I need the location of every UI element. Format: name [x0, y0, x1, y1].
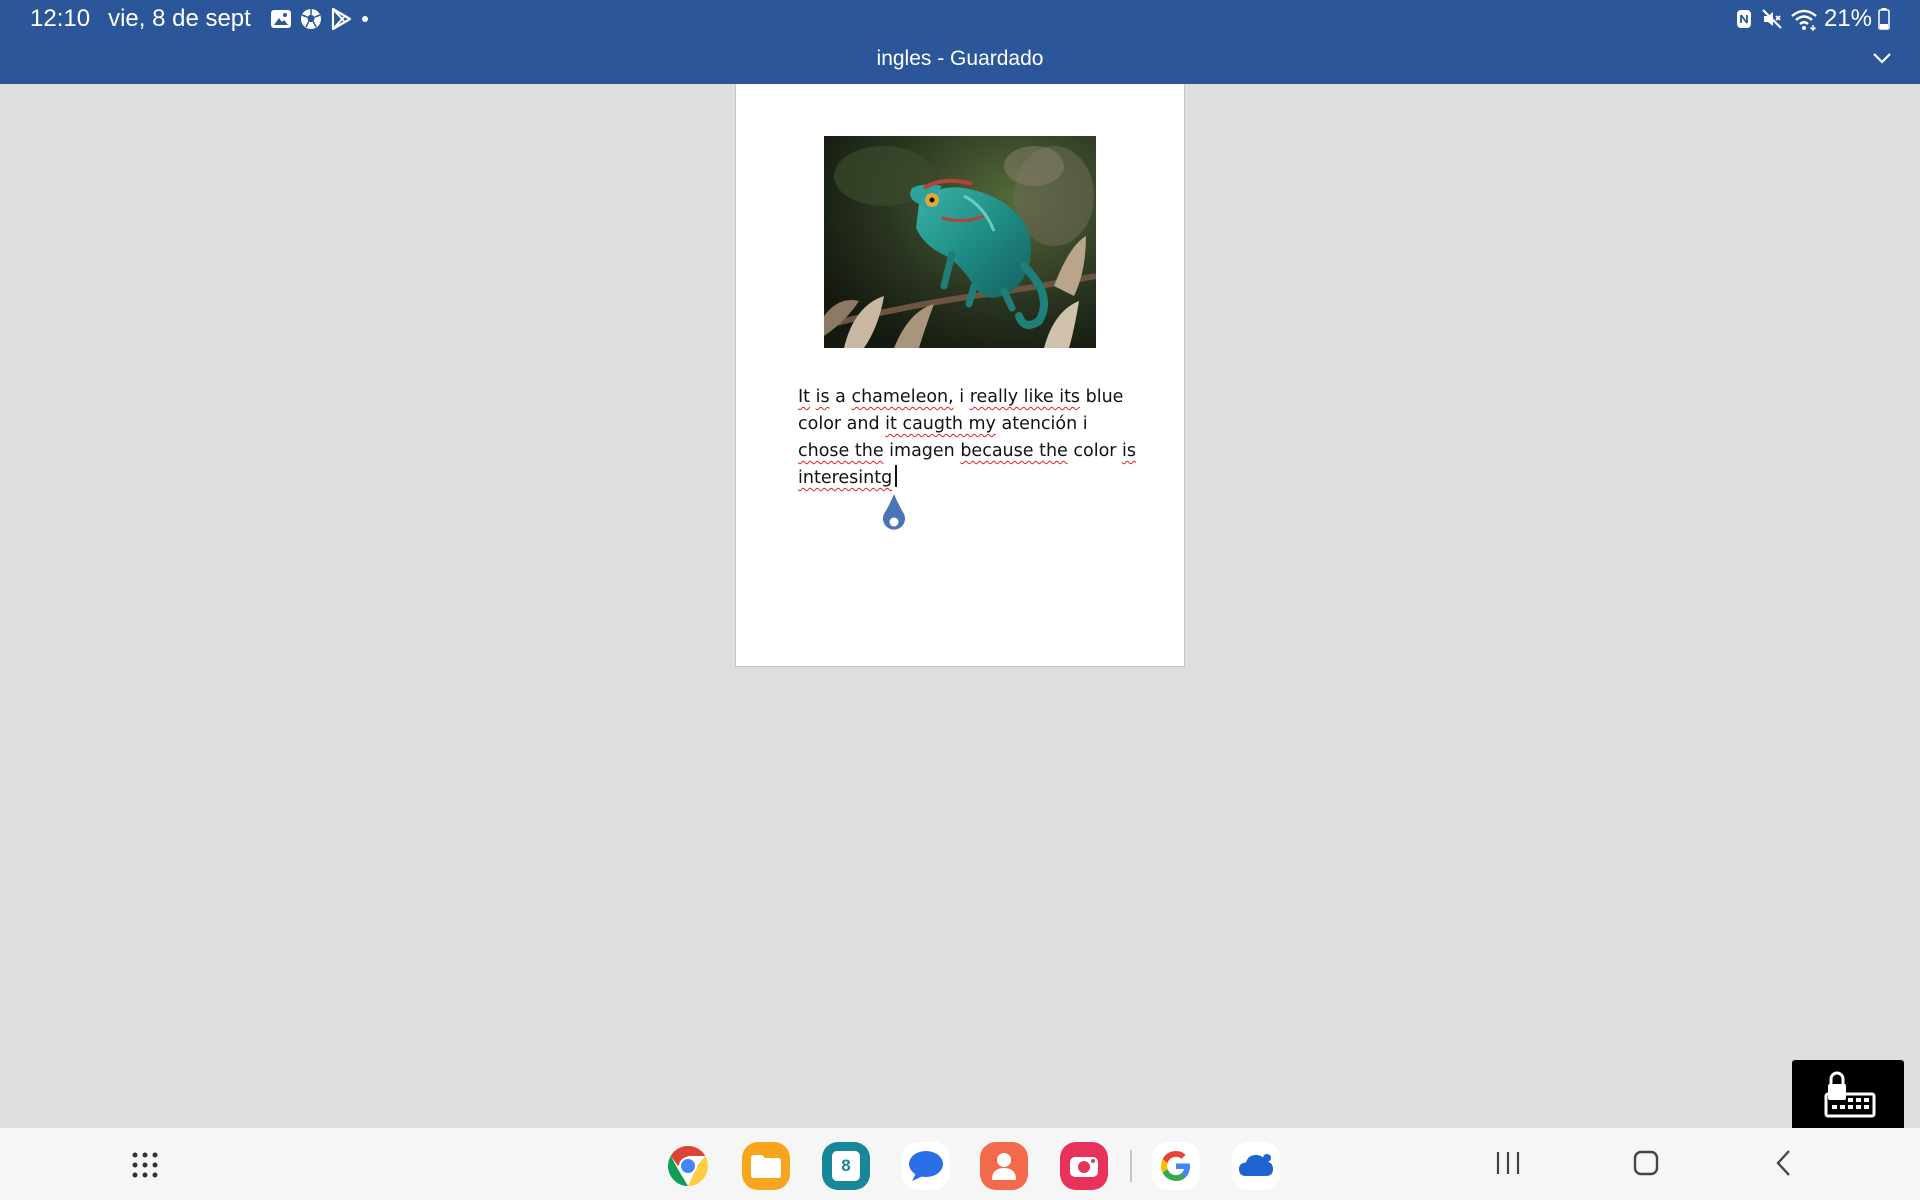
folder-icon: [751, 1155, 781, 1178]
chevron-down-icon[interactable]: [1872, 51, 1892, 65]
text-run: it caugth my: [885, 414, 996, 434]
nfc-icon: [1736, 10, 1751, 28]
cloud-icon: [1239, 1154, 1273, 1176]
text-run: is: [1122, 441, 1137, 461]
messages-app[interactable]: [902, 1142, 950, 1190]
chameleon-photo: [824, 136, 1096, 348]
chat-bubble-icon: [909, 1151, 943, 1181]
document-page[interactable]: It is a chameleon, i really like its blu…: [735, 84, 1185, 667]
text-run: really like its: [969, 387, 1081, 407]
calendar-icon: 8: [832, 1151, 860, 1181]
calendar-day: 8: [841, 1156, 851, 1175]
text-run: a: [829, 387, 852, 407]
google-app[interactable]: [1152, 1142, 1200, 1190]
wifi-icon: [1791, 9, 1817, 31]
text-run: atención i: [995, 414, 1088, 434]
text-run: color and: [798, 414, 886, 434]
document-body-text[interactable]: It is a chameleon, i really like its blu…: [798, 384, 1138, 492]
soccer-ball-icon: [300, 9, 321, 29]
status-bar-right: 21%: [1734, 4, 1890, 34]
apps-grid-icon[interactable]: [130, 1150, 160, 1180]
play-store-icon: [331, 7, 351, 31]
more-notifications-dot-icon: [361, 16, 368, 22]
google-g-icon: [1161, 1151, 1190, 1181]
chameleon-image[interactable]: [824, 136, 1096, 348]
home-icon[interactable]: [1632, 1148, 1660, 1178]
text-caret: [895, 465, 898, 487]
keyboard-lock-icon: [1824, 1071, 1876, 1118]
text-run: interesintg: [798, 468, 893, 488]
camera-icon: [1070, 1157, 1098, 1177]
text-run: chameleon,: [851, 387, 954, 407]
screen-recorder-app[interactable]: [1060, 1142, 1108, 1190]
dock-separator: [1130, 1150, 1132, 1182]
text-run: color: [1067, 441, 1123, 461]
text-run: is: [815, 387, 830, 407]
chrome-app[interactable]: [664, 1142, 712, 1190]
taskbar: 8: [0, 1128, 1920, 1200]
mute-icon: [1762, 9, 1782, 29]
text-run: It: [798, 387, 811, 407]
text-run: i: [953, 387, 970, 407]
notification-icons: [269, 7, 371, 31]
battery-icon: [1878, 8, 1890, 30]
text-run: imagen: [883, 441, 961, 461]
word-header: 12:10 vie, 8 de sept 21% ingles - Guarda…: [0, 0, 1920, 84]
calendar-app[interactable]: 8: [822, 1142, 870, 1190]
person-icon: [992, 1153, 1016, 1180]
my-files-app[interactable]: [742, 1142, 790, 1190]
battery-percent: 21%: [1823, 5, 1872, 32]
chrome-icon: [668, 1146, 708, 1186]
text-run: chose the: [798, 441, 884, 461]
keyboard-lock-button[interactable]: [1792, 1060, 1904, 1130]
clock: 12:10: [30, 5, 91, 32]
onedrive-app[interactable]: [1232, 1142, 1280, 1190]
recents-icon[interactable]: [1494, 1148, 1522, 1178]
text-cursor-handle-icon[interactable]: [880, 494, 908, 538]
gallery-icon: [270, 10, 291, 28]
back-icon[interactable]: [1772, 1148, 1796, 1178]
document-title[interactable]: ingles - Guardado: [0, 46, 1920, 72]
status-bar-left: 12:10 vie, 8 de sept: [30, 4, 371, 34]
status-date: vie, 8 de sept: [108, 5, 251, 32]
text-run: because the: [960, 441, 1068, 461]
text-run: blue: [1080, 387, 1124, 407]
contacts-app[interactable]: [980, 1142, 1028, 1190]
